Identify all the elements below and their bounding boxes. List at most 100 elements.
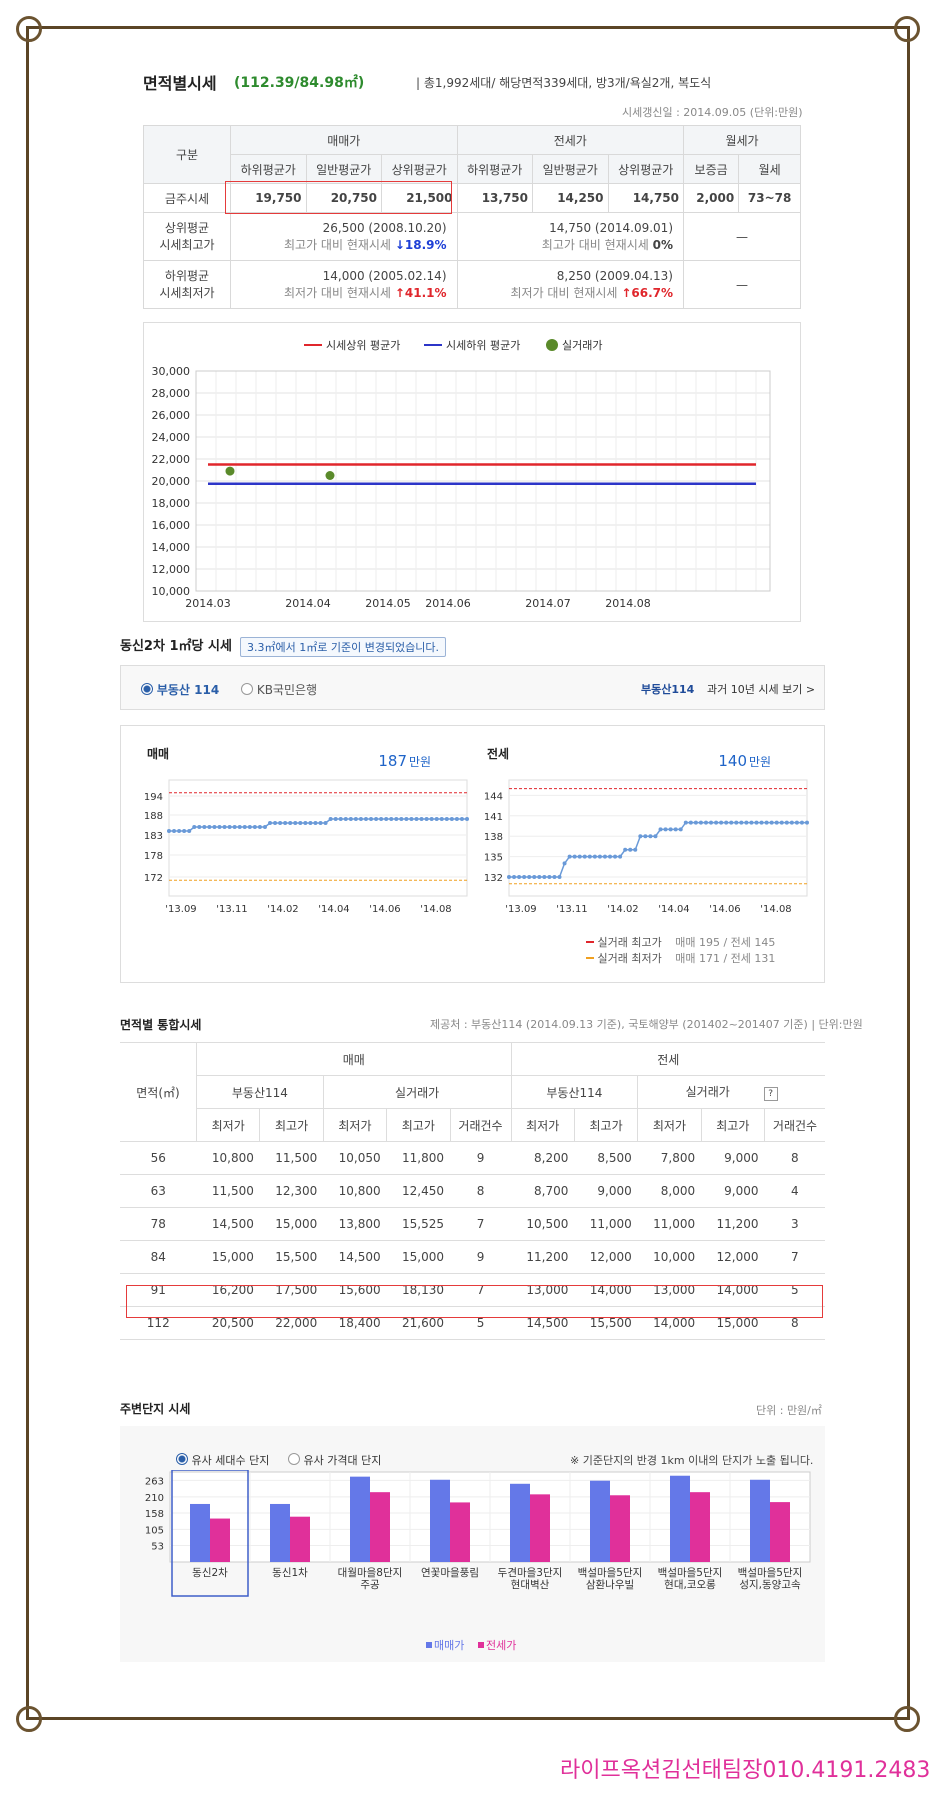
table-cell: 11,000: [637, 1207, 702, 1241]
y-tick-label: 178: [144, 851, 163, 862]
legend-min: 실거래 최저가 매매 171 / 전세 131: [586, 950, 775, 966]
bar-jeonse: [290, 1516, 310, 1562]
radio-unchecked-icon: [288, 1453, 300, 1465]
data-point: [374, 817, 379, 821]
th-low: 하위평균가: [456, 154, 533, 184]
table-cell: 15,000: [196, 1240, 260, 1274]
data-point: [384, 817, 389, 821]
bar-jeonse: [370, 1492, 390, 1562]
cell: —: [683, 260, 801, 309]
table-cell: 11,000: [574, 1207, 638, 1241]
data-point: [444, 817, 449, 821]
table-cell: 8: [764, 1141, 825, 1175]
row-label: 시세최고가: [159, 237, 215, 252]
chart-title: 매매: [147, 746, 169, 761]
y-tick-label: 263: [145, 1476, 164, 1487]
y-tick-label: 138: [484, 832, 503, 843]
x-tick-label: 2014.07: [525, 597, 571, 610]
y-tick-label: 183: [144, 831, 163, 842]
bar-sale: [350, 1476, 370, 1562]
data-point: [643, 834, 648, 839]
x-tick-label: 2014.03: [185, 597, 231, 610]
data-point: [303, 821, 308, 825]
data-point: [618, 854, 623, 859]
data-point: [182, 829, 187, 833]
table-cell: 15,000: [386, 1240, 450, 1274]
row-label: 시세최저가: [159, 285, 215, 300]
legend-orange-icon: [586, 957, 594, 959]
bar-jeonse: [450, 1502, 470, 1562]
category-label: 주공: [360, 1579, 380, 1591]
category-label: 동신1차: [272, 1567, 308, 1579]
data-point: [429, 817, 434, 821]
data-point: [333, 817, 338, 821]
legend-label: 실거래 최저가: [597, 952, 662, 965]
data-point: [409, 817, 414, 821]
data-point: [197, 825, 202, 829]
past-10yr-link[interactable]: 과거 10년 시세 보기 >: [707, 681, 815, 697]
data-point: [709, 820, 714, 825]
radio-similar-households[interactable]: 유사 세대수 단지: [176, 1452, 269, 1468]
current-value: 187: [378, 752, 407, 770]
data-point: [602, 854, 607, 859]
source-select-bar: 부동산 114 KB국민은행 부동산114 과거 10년 시세 보기 >: [120, 665, 825, 710]
data-point: [587, 854, 592, 859]
pct: 0%: [652, 237, 673, 252]
table-row: 56 10,800 11,500 10,050 11,800 9 8,200 8,500 7,8…: [120, 1141, 825, 1175]
th-mid: 일반평균가: [305, 154, 382, 184]
data-point: [424, 817, 429, 821]
table-cell: 8,200: [511, 1141, 575, 1175]
data-point: [577, 854, 582, 859]
help-icon[interactable]: ?: [763, 1087, 778, 1101]
data-point: [638, 834, 643, 839]
radio-label: KB국민은행: [256, 683, 318, 697]
data-point: [663, 827, 668, 832]
table-cell: 9,000: [574, 1174, 638, 1208]
cell: 14,250: [532, 183, 609, 213]
th-rent: 월세: [738, 154, 801, 184]
data-point: [323, 821, 328, 825]
y-tick-label: 132: [484, 873, 503, 884]
table-cell: 10,800: [323, 1174, 387, 1208]
category-label: 대월마을8단지: [338, 1567, 403, 1579]
data-point: [547, 875, 552, 879]
data-point: [688, 820, 693, 825]
y-tick-label: 26,000: [152, 409, 191, 422]
radio-similar-price[interactable]: 유사 가격대 단지: [288, 1452, 381, 1468]
table-cell: 10,800: [196, 1141, 260, 1175]
y-tick-label: 194: [144, 792, 163, 803]
highlight-row-box: [126, 1285, 823, 1318]
data-point: [459, 817, 464, 821]
th-real: 실거래가: [322, 1075, 512, 1109]
radio-kb[interactable]: KB국민은행: [241, 681, 317, 698]
data-point: [414, 817, 419, 821]
bar-jeonse: [610, 1495, 630, 1562]
x-tick-label: 2014.06: [425, 597, 471, 610]
data-point: [693, 820, 698, 825]
table-cell: 9,000: [701, 1174, 765, 1208]
table-cell: 8,700: [511, 1174, 575, 1208]
legend-label: 매매가: [434, 1639, 464, 1652]
data-point: [633, 847, 638, 852]
y-tick-label: 28,000: [152, 387, 191, 400]
y-tick-label: 188: [144, 811, 163, 822]
legend-value: 매매 195 / 전세 145: [675, 936, 776, 949]
data-point: [217, 825, 222, 829]
table-cell: 8,500: [574, 1141, 638, 1175]
bar-sale: [430, 1479, 450, 1562]
brand-logo: 부동산114: [641, 683, 695, 696]
data-point: [557, 875, 562, 879]
x-tick-label: '14.08: [760, 904, 791, 915]
data-point: [648, 834, 653, 839]
data-point: [399, 817, 404, 821]
radio-checked-icon: [176, 1453, 188, 1465]
data-point: [308, 821, 313, 825]
data-point: [262, 825, 267, 829]
data-point: [537, 875, 542, 879]
y-tick-label: 18,000: [152, 497, 191, 510]
plot-area: [168, 779, 468, 897]
data-point: [623, 847, 628, 852]
radio-114[interactable]: 부동산 114: [141, 681, 219, 698]
category-label: 동신2차: [192, 1567, 228, 1579]
price-table: 구분 매매가 전세가 월세가 하위평균가 일반평균가 상위평균가 하위평균가 일…: [143, 125, 801, 309]
